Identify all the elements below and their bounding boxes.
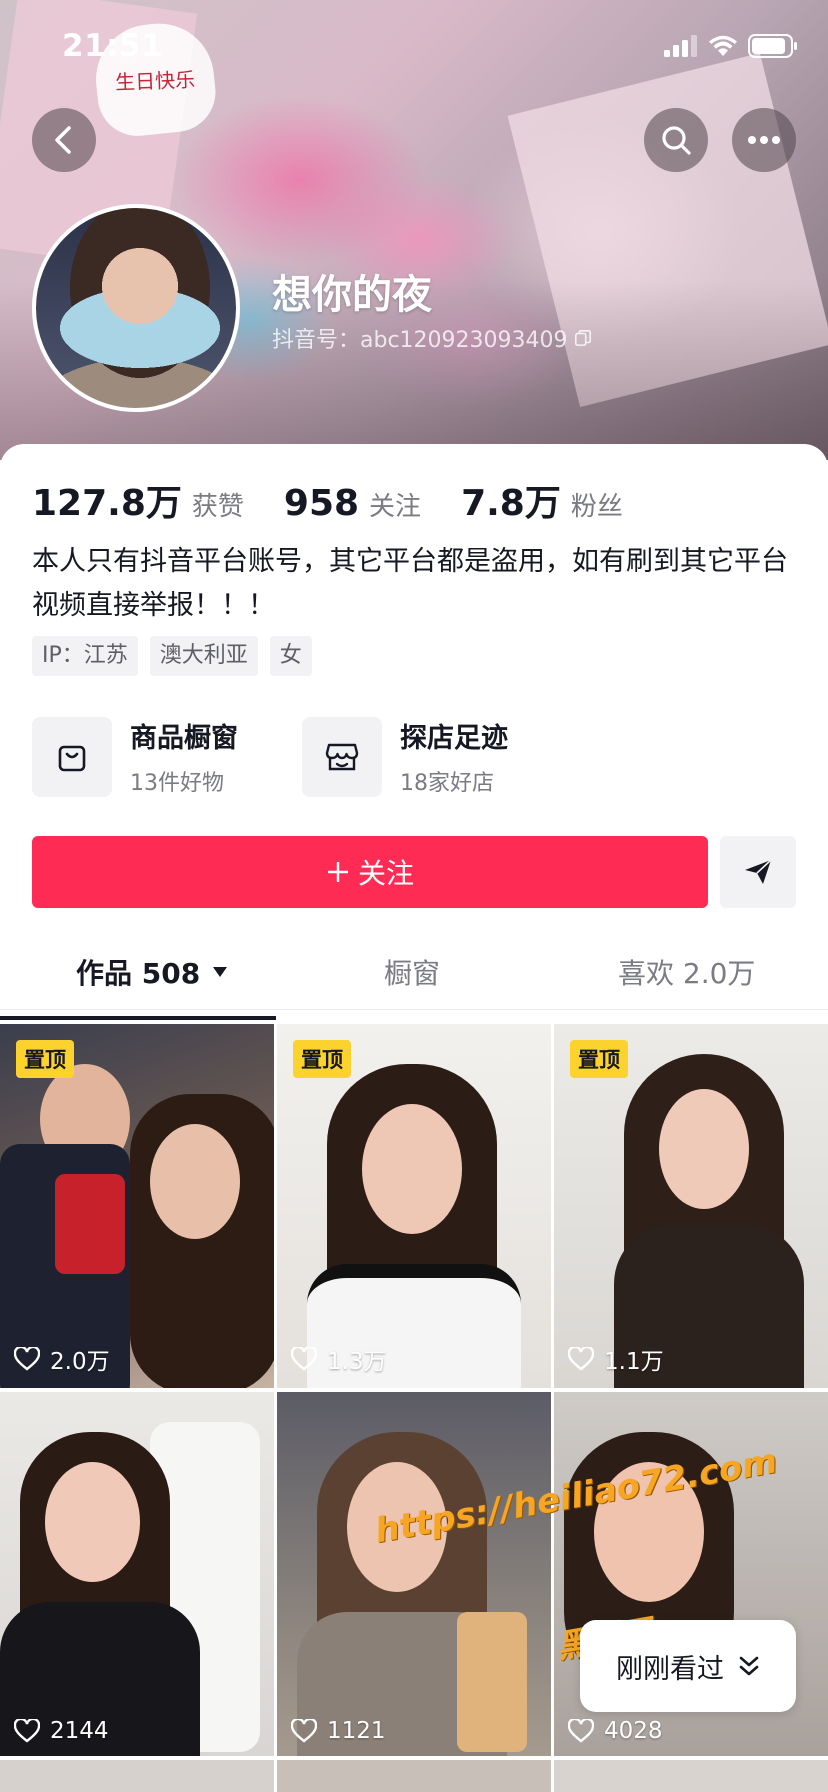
video-thumbnail[interactable]: 置顶 2.0万 [0,1024,274,1388]
likes-count: 2.0万 [50,1349,110,1375]
chevron-left-icon [55,126,71,154]
shop-entries: 商品橱窗 13件好物 探店足迹 18家好店 [32,716,508,797]
recently-viewed-button[interactable]: 刚刚看过 [580,1620,796,1712]
store-visit-entry[interactable]: 探店足迹 18家好店 [302,716,508,797]
avatar[interactable] [32,204,240,412]
likes-count: 1.1万 [604,1349,664,1375]
shop-subtitle: 18家好店 [400,771,494,796]
shop-window-entry[interactable]: 商品橱窗 13件好物 [32,716,238,797]
video-thumbnail[interactable] [554,1760,828,1792]
likes-count: 2144 [50,1718,109,1744]
send-icon [745,859,772,884]
profile-panel: 127.8万 获赞 958 关注 7.8万 粉丝 本人只有抖音平台账号，其它平台… [0,444,828,1792]
recent-label: 刚刚看过 [616,1653,724,1685]
video-likes: 2144 [14,1718,109,1744]
tag-location: 澳大利亚 [149,636,258,676]
plus-icon [327,862,348,882]
bio-text: 本人只有抖音平台账号，其它平台都是盗用，如有刷到其它平台视频直接举报！！！ [32,546,788,621]
nickname: 想你的夜 [272,272,432,318]
stat-value: 127.8万 [32,483,182,524]
stat-followers[interactable]: 7.8万 粉丝 [461,474,623,526]
video-thumbnail[interactable] [277,1760,551,1792]
status-time: 21:51 [62,28,164,64]
profile-tags: IP：江苏 澳大利亚 女 [32,636,312,676]
shop-icon-box [32,716,112,797]
stat-likes[interactable]: 127.8万 获赞 [32,474,244,526]
bag-icon [58,745,86,771]
heart-icon [568,1347,594,1371]
tab-works[interactable]: 作品 508 [76,934,228,1010]
shop-subtitle: 13件好物 [130,771,224,796]
shop-title: 探店足迹 [400,723,508,754]
status-icons [664,34,798,58]
video-likes: 1.3万 [291,1342,387,1376]
tab-likes[interactable]: 喜欢 2.0万 [618,934,755,1010]
heart-icon [291,1347,317,1371]
search-button[interactable] [644,108,708,172]
video-likes: 1121 [291,1718,386,1744]
stat-label: 关注 [369,492,422,522]
video-likes: 1.1万 [568,1342,664,1376]
likes-count: 4028 [604,1718,663,1744]
video-likes: 2.0万 [14,1342,110,1376]
video-thumbnail[interactable]: 1121 [277,1392,551,1756]
wifi-icon [709,35,737,56]
more-button[interactable] [732,108,796,172]
banner-card-text: 生日快乐 [114,67,196,94]
more-dots-icon [748,136,780,144]
douyin-id[interactable]: 抖音号：abc120923093409 [272,322,592,354]
tab-indicator [0,1016,276,1020]
video-thumbnail[interactable]: 2144 [0,1392,274,1756]
video-likes: 4028 [568,1718,663,1744]
douyin-id-text: 抖音号：abc120923093409 [272,328,568,353]
profile-stats: 127.8万 获赞 958 关注 7.8万 粉丝 [32,474,663,526]
follow-button[interactable]: 关注 [32,836,708,908]
stat-label: 粉丝 [570,492,623,522]
content-tabs: 作品 508 橱窗 喜欢 2.0万 [0,934,828,1010]
tag-ip: IP：江苏 [32,636,138,676]
tab-label: 喜欢 2.0万 [618,957,756,990]
pinned-badge: 置顶 [570,1040,628,1078]
heart-icon [14,1347,40,1371]
tag-gender: 女 [269,636,312,676]
pinned-badge: 置顶 [16,1040,74,1078]
heart-icon [291,1719,317,1743]
shop-title: 商品橱窗 [130,723,238,754]
likes-count: 1121 [327,1718,386,1744]
stat-following[interactable]: 958 关注 [284,483,421,524]
tab-window[interactable]: 橱窗 [384,934,440,1010]
stat-value: 7.8万 [461,483,561,524]
tab-label: 作品 508 [76,957,201,990]
stat-value: 958 [283,483,360,524]
heart-icon [14,1719,40,1743]
store-icon [325,743,359,770]
battery-icon [748,34,797,58]
signal-icon [664,35,697,57]
tab-label: 橱窗 [384,957,441,990]
video-thumbnail[interactable]: 置顶 1.1万 [554,1024,828,1388]
video-thumbnail[interactable]: 置顶 1.3万 [277,1024,551,1388]
pinned-badge: 置顶 [293,1040,351,1078]
video-thumbnail[interactable] [0,1760,274,1792]
likes-count: 1.3万 [327,1349,387,1375]
shop-icon-box [302,716,382,797]
back-button[interactable] [32,108,96,172]
search-icon [662,126,691,155]
heart-icon [568,1719,594,1743]
stat-label: 获赞 [191,492,244,522]
copy-icon[interactable] [574,329,592,347]
double-chevron-down-icon [739,1656,759,1676]
follow-label: 关注 [357,857,414,890]
share-button[interactable] [720,836,796,908]
caret-down-icon[interactable] [212,966,228,978]
